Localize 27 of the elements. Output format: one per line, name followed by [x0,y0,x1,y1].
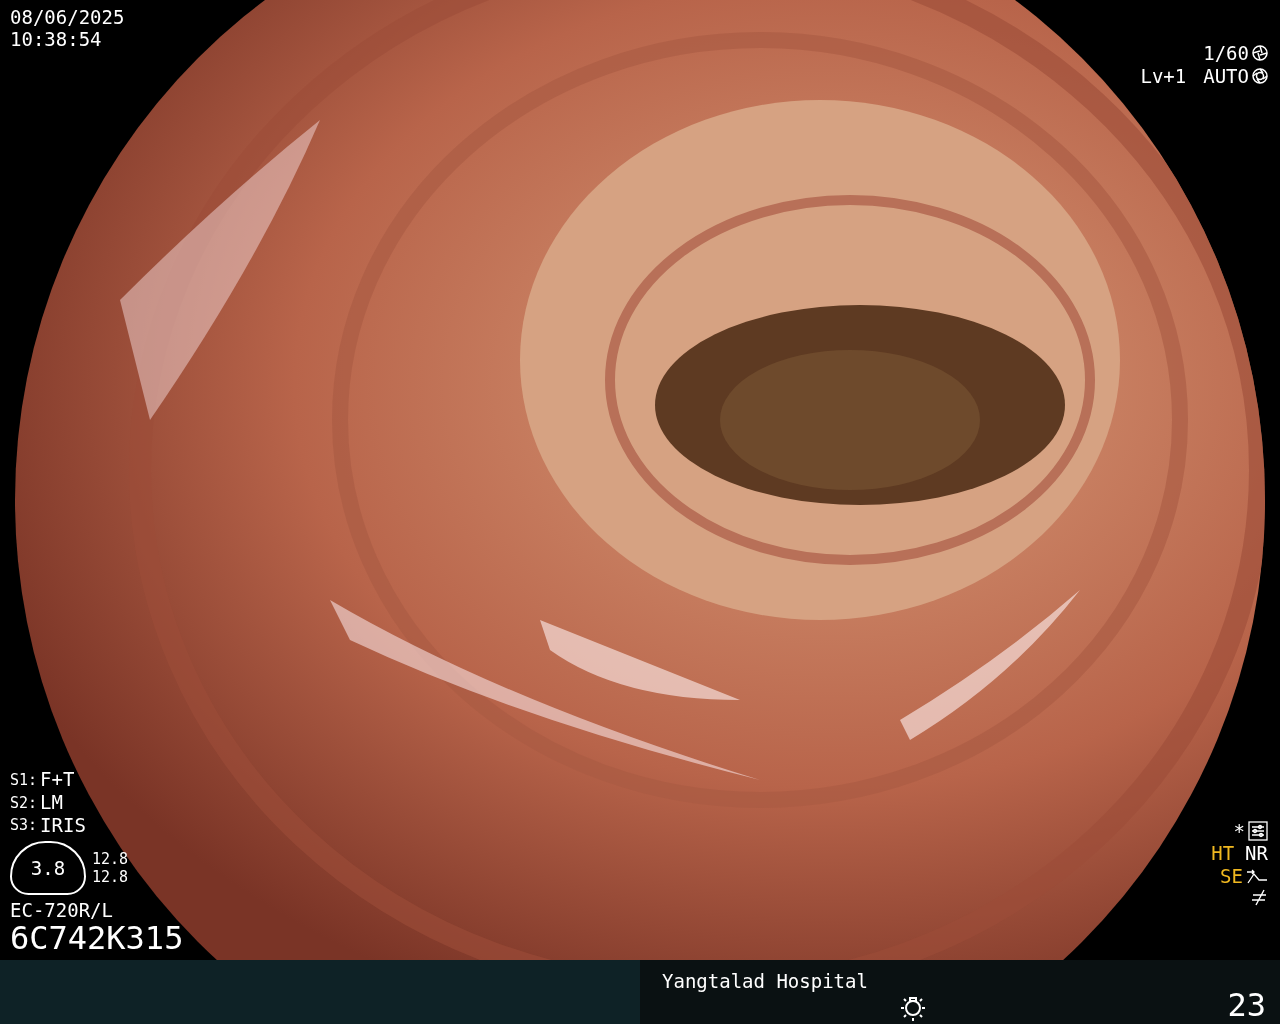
setting-key: S3: [10,816,38,835]
image-counter: 23 [1227,985,1266,1024]
shutter-speed-text: 1/60 [1203,42,1249,65]
serial-number-text: 6C742K315 [10,920,184,956]
not-equal-icon [1250,888,1268,906]
edge-enhance-icon [1246,868,1268,885]
hospital-name: Yangtalad Hospital [662,969,868,992]
date-text: 08/06/2025 [10,6,125,28]
aperture-icon [1252,68,1268,85]
mode-label: * [1233,819,1245,843]
scope-model-text: EC-720R/L [10,898,113,921]
setting-value: IRIS [40,814,86,837]
gauge-reading: 12.8 [92,867,129,886]
shutter-icon [1252,45,1268,62]
level-text: Lv+1 [1140,64,1187,88]
mode-label: HT [1211,842,1235,866]
mode-label: SE [1220,865,1243,888]
sliders-icon [1248,821,1268,841]
setting-value: F+T [40,768,75,792]
setting-key: S2: [10,793,38,812]
mode-label: NR [1245,842,1268,866]
time-text: 10:38:54 [10,28,102,50]
gauge-value: 3.8 [30,856,66,879]
mode-text: AUTO [1203,64,1249,88]
setting-value: LM [40,791,63,814]
gauge-reading: 12.8 [92,849,129,868]
setting-key: S1: [10,770,38,789]
